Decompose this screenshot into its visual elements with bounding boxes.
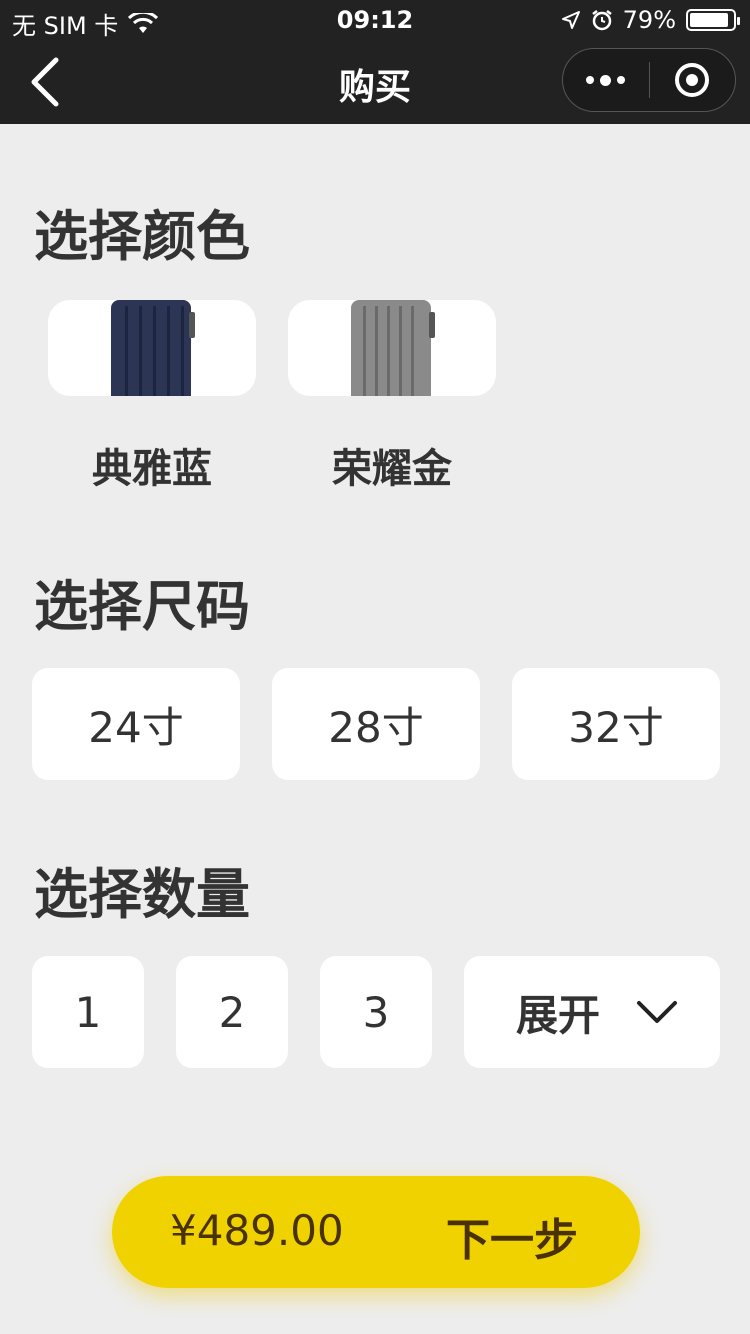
nav-bar: 购买 <box>0 40 750 124</box>
chevron-down-icon <box>637 1001 677 1023</box>
quantity-expand-button[interactable]: 展开 <box>464 956 720 1068</box>
quantity-option-2[interactable]: 2 <box>176 956 288 1068</box>
battery-percent: 79% <box>622 6 676 34</box>
color-option-blue[interactable]: 典雅蓝 <box>48 300 256 494</box>
expand-label: 展开 <box>516 990 601 1040</box>
checkout-button[interactable]: ¥489.00 下一步 <box>112 1176 640 1288</box>
target-icon[interactable] <box>650 48 736 112</box>
size-option-28[interactable]: 28寸 <box>272 668 480 780</box>
status-bar: 无 SIM 卡 09:12 79% <box>0 0 750 40</box>
next-step-label: 下一步 <box>446 1215 578 1266</box>
color-section-title: 选择颜色 <box>34 205 250 268</box>
color-option-gold[interactable]: 荣耀金 <box>288 300 496 494</box>
color-option-label: 荣耀金 <box>332 446 452 492</box>
suitcase-image <box>288 300 496 396</box>
size-option-32[interactable]: 32寸 <box>512 668 720 780</box>
more-dots-icon[interactable] <box>563 48 649 112</box>
size-option-24[interactable]: 24寸 <box>32 668 240 780</box>
battery-icon <box>686 9 740 31</box>
quantity-option-1[interactable]: 1 <box>32 956 144 1068</box>
alarm-icon <box>591 10 612 31</box>
total-price: ¥489.00 <box>170 1206 344 1255</box>
suitcase-image <box>48 300 256 396</box>
size-section-title: 选择尺码 <box>34 575 250 638</box>
quantity-section-title: 选择数量 <box>34 863 250 926</box>
quantity-option-3[interactable]: 3 <box>320 956 432 1068</box>
location-icon <box>561 11 580 29</box>
mini-program-capsule <box>562 48 736 112</box>
color-option-label: 典雅蓝 <box>92 446 212 492</box>
